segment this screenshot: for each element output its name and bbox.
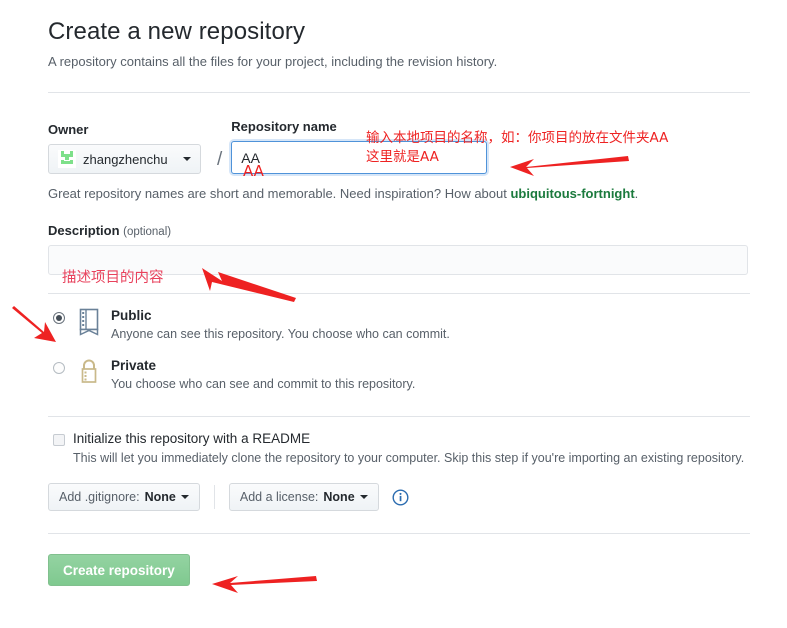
owner-select-button[interactable]: zhangzhenchu — [48, 144, 201, 174]
radio-private[interactable] — [53, 362, 65, 374]
checkbox-initialize-readme[interactable] — [53, 434, 65, 446]
template-selects: Add .gitignore: None Add a license: None — [48, 483, 750, 511]
page-title: Create a new repository — [48, 18, 306, 45]
readme-label: Initialize this repository with a README — [73, 431, 311, 446]
divider-visibility — [48, 416, 750, 417]
identicon-avatar-icon — [58, 150, 76, 168]
visibility-private-title: Private — [111, 358, 157, 373]
description-label-text: Description — [48, 223, 120, 238]
radio-public[interactable] — [53, 312, 65, 324]
visibility-private-desc: You choose who can see and commit to thi… — [111, 377, 416, 391]
gitignore-select-button[interactable]: Add .gitignore: None — [48, 483, 200, 511]
readme-description: This will let you immediately clone the … — [73, 451, 745, 465]
select-separator — [213, 485, 215, 509]
hint-suffix: . — [634, 186, 639, 201]
visibility-public-title: Public — [111, 308, 152, 323]
hint-prefix: Great repository names are short and mem… — [48, 186, 511, 201]
visibility-options: Public Anyone can see this repository. Y… — [48, 307, 750, 399]
repository-name-input[interactable] — [231, 141, 488, 174]
path-separator: / — [217, 149, 223, 170]
chevron-down-icon — [359, 495, 368, 499]
repo-book-icon — [77, 308, 105, 341]
visibility-option-private[interactable]: Private You choose who can see and commi… — [48, 357, 750, 399]
divider-description — [48, 293, 750, 294]
repository-name-block: Repository name — [231, 119, 488, 174]
divider-header — [48, 92, 750, 93]
visibility-option-public[interactable]: Public Anyone can see this repository. Y… — [48, 307, 750, 349]
license-select-button[interactable]: Add a license: None — [228, 483, 379, 511]
description-block: Description (optional) — [48, 223, 750, 275]
chevron-down-icon — [183, 157, 191, 161]
page-subtitle: A repository contains all the files for … — [48, 54, 498, 69]
gitignore-value: None — [144, 490, 176, 504]
owner-label: Owner — [48, 122, 89, 137]
owner-name-label: zhangzhenchu — [83, 151, 168, 167]
visibility-public-text: Public Anyone can see this repository. Y… — [105, 307, 450, 341]
gitignore-prefix: Add .gitignore: — [59, 490, 140, 504]
create-repository-button[interactable]: Create repository — [48, 554, 190, 586]
create-repository-page: Create a new repository A repository con… — [48, 0, 750, 586]
description-label: Description (optional) — [48, 223, 750, 238]
info-icon[interactable] — [392, 488, 409, 506]
divider-actions — [48, 533, 750, 534]
description-input[interactable] — [48, 245, 748, 275]
license-prefix: Add a license: — [239, 490, 319, 504]
visibility-private-text: Private You choose who can see and commi… — [105, 357, 415, 391]
visibility-public-desc: Anyone can see this repository. You choo… — [111, 327, 450, 341]
hint-suggestion-link[interactable]: ubiquitous-fortnight — [510, 186, 634, 201]
owner-name-row: Owner zhangzhenchu / Repository name AA — [48, 119, 750, 174]
license-value: None — [323, 490, 355, 504]
chevron-down-icon — [180, 495, 189, 499]
repository-name-label: Repository name — [231, 119, 337, 134]
description-optional-text: (optional) — [123, 226, 172, 238]
readme-row[interactable]: Initialize this repository with a README — [48, 431, 750, 446]
lock-icon — [77, 358, 105, 391]
readme-block: Initialize this repository with a README… — [48, 431, 750, 465]
owner-block: Owner zhangzhenchu — [48, 122, 208, 174]
repository-name-hint: Great repository names are short and mem… — [48, 186, 750, 201]
